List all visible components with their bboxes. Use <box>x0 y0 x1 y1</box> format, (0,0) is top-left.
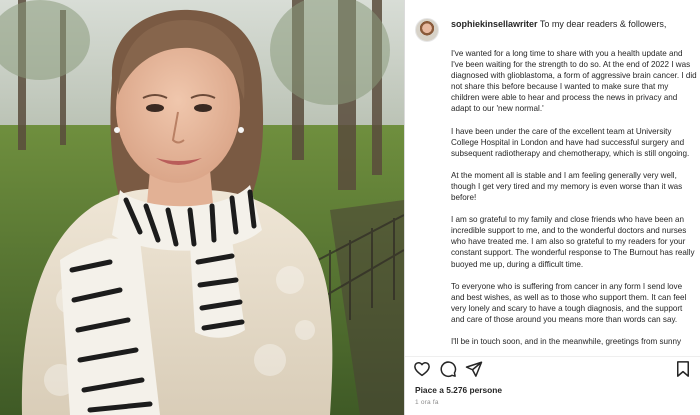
caption-paragraph: I've wanted for a long time to share wit… <box>451 49 697 114</box>
like-button[interactable] <box>413 360 431 378</box>
bookmark-icon <box>677 361 689 377</box>
caption-paragraph: I'll be in touch soon, and in the meanwh… <box>451 336 682 346</box>
paper-plane-icon <box>465 361 483 377</box>
comment-icon <box>440 361 457 378</box>
profile-avatar[interactable] <box>415 18 439 42</box>
caption-paragraph: I have been under the care of the excell… <box>451 126 690 158</box>
save-button[interactable] <box>674 360 692 378</box>
post-side-panel: sophiekinsellawriter To my dear readers … <box>404 0 700 415</box>
caption-paragraph: At the moment all is stable and I am fee… <box>451 170 683 203</box>
share-button[interactable] <box>465 360 483 378</box>
username-link[interactable]: sophiekinsellawriter <box>451 19 538 29</box>
actions-divider <box>405 356 700 357</box>
like-count[interactable]: Piace a 5.276 persone <box>415 385 502 395</box>
caption-greeting: To my dear readers & followers, <box>537 19 667 29</box>
post-photo[interactable] <box>0 0 404 415</box>
caption-first-line: sophiekinsellawriter To my dear readers … <box>451 18 692 30</box>
caption-body[interactable]: I've wanted for a long time to share wit… <box>451 48 697 354</box>
action-bar <box>413 360 692 380</box>
post-timestamp[interactable]: 1 ora fa <box>415 399 439 406</box>
heart-icon <box>414 361 430 377</box>
caption-paragraph: I am so grateful to my family and close … <box>451 215 695 269</box>
caption-paragraph: To everyone who is suffering from cancer… <box>451 281 687 324</box>
post-header: sophiekinsellawriter To my dear readers … <box>415 18 692 44</box>
portrait-image <box>0 0 404 415</box>
comment-button[interactable] <box>439 360 457 378</box>
